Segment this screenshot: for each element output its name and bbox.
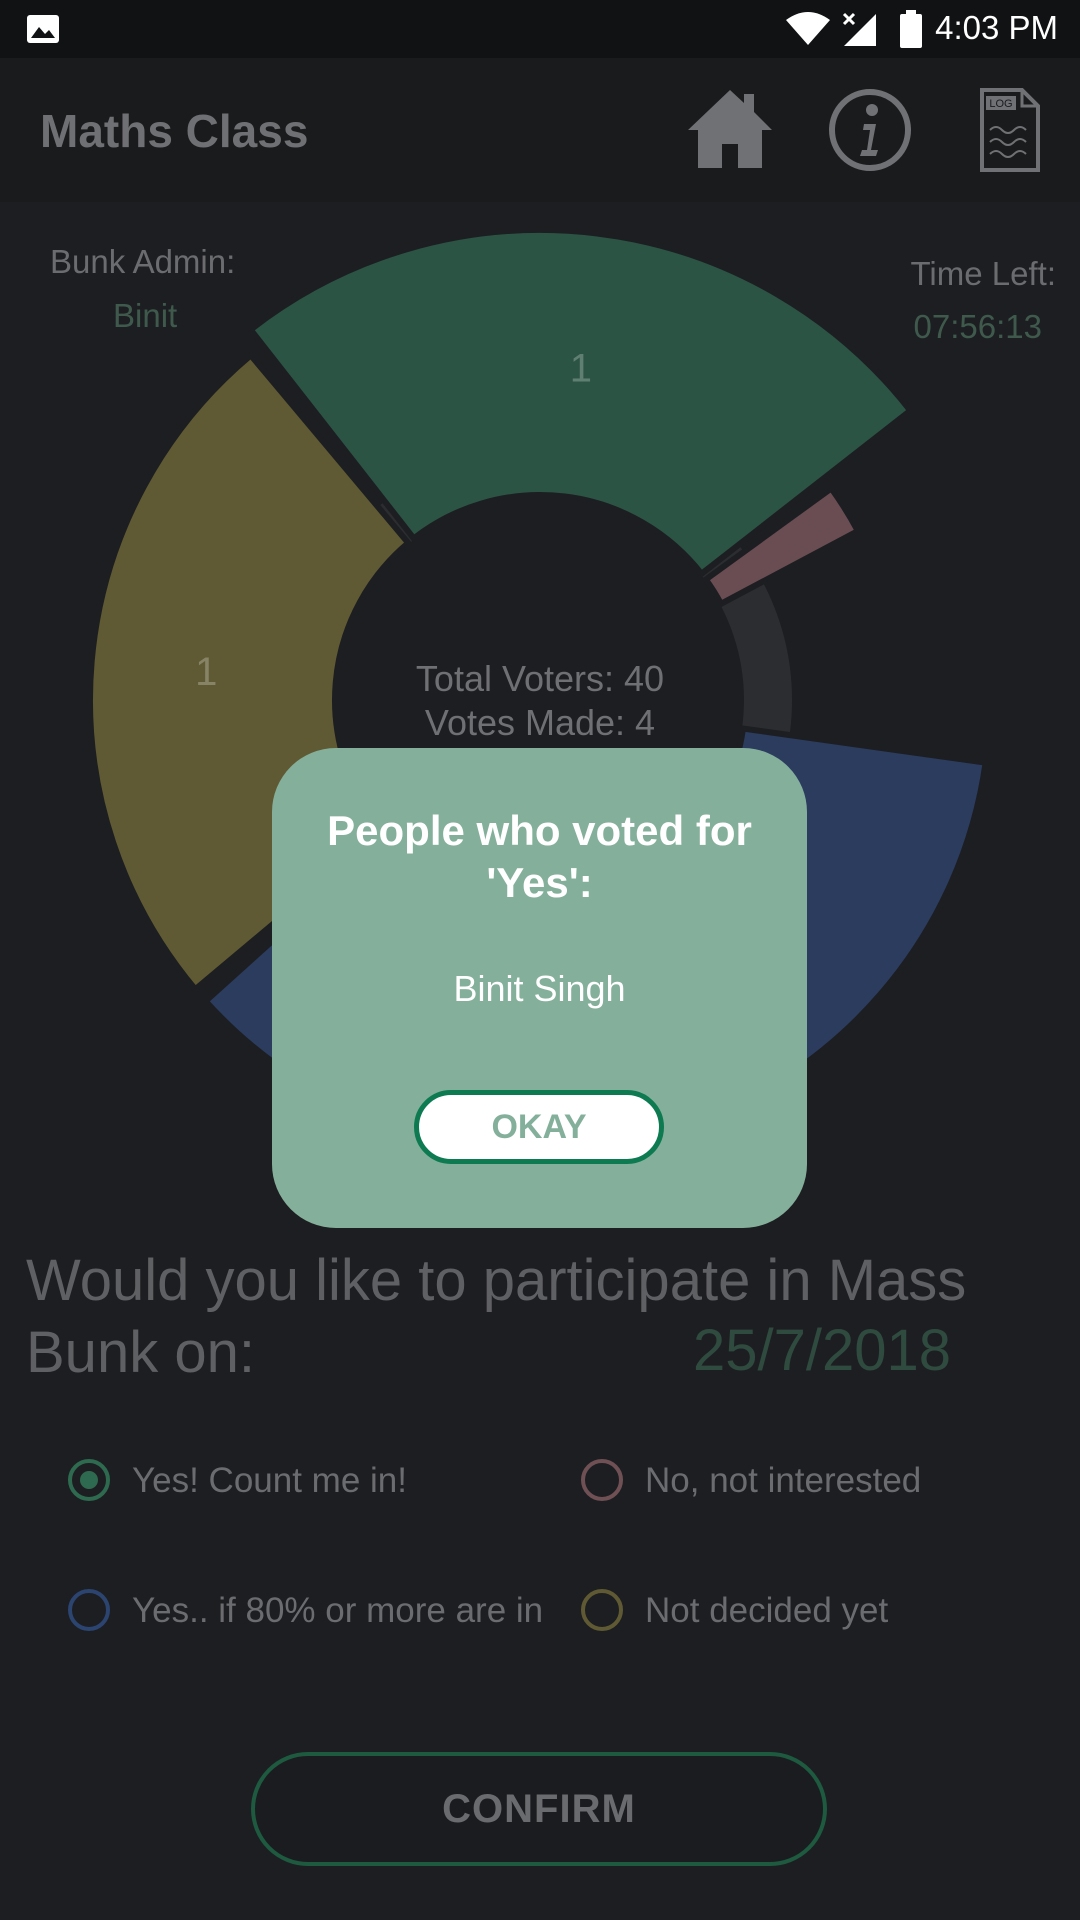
battery-icon xyxy=(900,10,922,48)
voters-dialog: People who voted for 'Yes': Binit Singh … xyxy=(272,748,807,1228)
option-undecided[interactable]: Not decided yet xyxy=(581,1589,1021,1649)
option-yes-if-80[interactable]: Yes.. if 80% or more are in xyxy=(68,1589,548,1649)
confirm-button[interactable]: CONFIRM xyxy=(251,1752,827,1866)
radio-no[interactable] xyxy=(581,1459,623,1501)
radio-undecided[interactable] xyxy=(581,1589,623,1631)
status-time: 4:03 PM xyxy=(935,9,1058,46)
image-icon xyxy=(27,15,59,43)
donut-slice-label-1: 1 xyxy=(195,650,217,694)
bunk-date: 25/7/2018 xyxy=(693,1318,952,1383)
donut-slice-label-2: 1 xyxy=(570,346,592,390)
log-file-icon: LOG xyxy=(980,88,1040,172)
status-bar: 4:03 PM xyxy=(0,0,1080,58)
votes-made: Votes Made: 4 xyxy=(424,702,656,743)
option-no[interactable]: No, not interested xyxy=(581,1459,1021,1519)
dialog-title: People who voted for 'Yes': xyxy=(272,805,807,909)
radio-yes-dot xyxy=(80,1471,98,1489)
dialog-title-line2: 'Yes': xyxy=(486,859,593,906)
option-undecided-label: Not decided yet xyxy=(645,1591,889,1630)
home-button[interactable] xyxy=(684,84,776,176)
option-yes[interactable]: Yes! Count me in! xyxy=(68,1459,508,1519)
option-yes-if-80-label: Yes.. if 80% or more are in xyxy=(132,1591,544,1630)
total-voters: Total Voters: 40 xyxy=(415,658,665,699)
home-icon xyxy=(688,90,772,168)
info-button[interactable] xyxy=(824,84,916,176)
page-title: Maths Class xyxy=(40,105,309,157)
radio-yes-if-80[interactable] xyxy=(68,1589,110,1631)
wifi-icon xyxy=(786,12,830,45)
info-icon xyxy=(829,89,911,171)
no-signal-icon xyxy=(842,12,876,46)
radio-yes[interactable] xyxy=(68,1459,110,1501)
dialog-title-line1: People who voted for xyxy=(327,807,752,854)
dialog-voter-list: Binit Singh xyxy=(453,968,626,1009)
option-no-label: No, not interested xyxy=(645,1461,922,1500)
okay-button[interactable]: OKAY xyxy=(414,1090,664,1164)
app-bar: Maths Class LOG xyxy=(0,58,1080,202)
svg-text:LOG: LOG xyxy=(989,98,1012,110)
option-yes-label: Yes! Count me in! xyxy=(132,1461,407,1500)
log-button[interactable]: LOG xyxy=(968,84,1048,176)
